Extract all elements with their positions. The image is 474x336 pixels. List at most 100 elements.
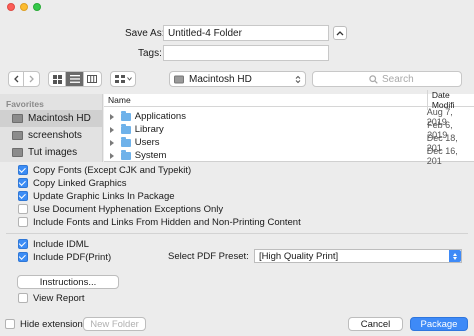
file-row-system[interactable]: System Dec 16, 201: [104, 146, 474, 166]
zoom-window-button[interactable]: [33, 3, 41, 11]
file-list-header: Name Date Modifi: [104, 90, 474, 110]
update-links-label: Update Graphic Links In Package: [33, 190, 175, 202]
disclosure-triangle-icon[interactable]: [110, 152, 114, 159]
copy-fonts-label: Copy Fonts (Except CJK and Typekit): [33, 164, 192, 176]
search-field[interactable]: Search: [312, 71, 462, 87]
include-pdf-option[interactable]: Include PDF(Print): [18, 251, 111, 263]
collapse-button[interactable]: [333, 26, 347, 40]
location-label: Macintosh HD: [189, 73, 252, 85]
folder-icon: [121, 110, 131, 121]
hidden-content-checkbox[interactable]: [18, 217, 28, 227]
folder-icon: [121, 123, 131, 134]
copy-graphics-option[interactable]: Copy Linked Graphics: [18, 177, 126, 189]
view-mode-control: [48, 71, 102, 87]
cancel-button[interactable]: Cancel: [348, 317, 403, 331]
hyphenation-label: Use Document Hyphenation Exceptions Only: [33, 203, 224, 215]
list-view-icon: [69, 75, 80, 83]
list-view-button[interactable]: [66, 72, 84, 86]
file-row-applications[interactable]: Applications Aug 7, 2019: [104, 107, 474, 127]
save-as-label: Save As:: [125, 28, 165, 39]
disclosure-triangle-icon[interactable]: [110, 126, 114, 133]
sidebar-item-screenshots[interactable]: screenshots: [0, 127, 103, 144]
location-popup[interactable]: Macintosh HD: [169, 71, 306, 87]
icon-view-icon: [52, 74, 62, 84]
file-name: System: [134, 150, 167, 161]
pdf-preset-label: Select PDF Preset:: [168, 251, 249, 262]
column-view-icon: [87, 75, 98, 83]
updown-icon: [295, 75, 301, 83]
update-links-checkbox[interactable]: [18, 191, 28, 201]
back-forward-control: [8, 71, 40, 87]
sidebar-item-tut-images[interactable]: Tut images: [0, 144, 103, 161]
tags-label: Tags:: [138, 48, 162, 59]
forward-icon: [29, 75, 34, 83]
include-idml-label: Include IDML: [33, 238, 89, 250]
file-row-users[interactable]: Users Dec 18, 201: [104, 133, 474, 153]
search-icon: [369, 74, 378, 84]
chevron-down-icon: [126, 77, 132, 81]
hide-extension-label: Hide extension: [20, 318, 83, 330]
disclosure-triangle-icon[interactable]: [110, 139, 114, 146]
minimize-window-button[interactable]: [20, 3, 28, 11]
pdf-preset-value: [High Quality Print]: [259, 250, 339, 262]
sidebar: Favorites Macintosh HD screenshots Tut i…: [0, 94, 103, 162]
arrange-icon: [114, 75, 125, 83]
icon-view-button[interactable]: [49, 72, 67, 86]
column-name[interactable]: Name: [104, 95, 427, 105]
file-name: Applications: [134, 111, 186, 122]
back-icon: [14, 75, 19, 83]
hard-drive-icon: [174, 75, 184, 83]
folder-icon: [121, 136, 131, 147]
include-pdf-checkbox[interactable]: [18, 252, 28, 262]
view-report-option[interactable]: View Report: [18, 292, 85, 304]
sidebar-item-label: Macintosh HD: [28, 113, 91, 124]
folder-icon: [12, 148, 23, 157]
folder-icon: [12, 131, 23, 140]
divider: [6, 233, 468, 234]
hide-extension-checkbox[interactable]: [5, 319, 15, 329]
hidden-content-option[interactable]: Include Fonts and Links From Hidden and …: [18, 216, 301, 228]
file-list: Name Date Modifi Applications Aug 7, 201…: [104, 90, 474, 166]
sidebar-item-label: Tut images: [28, 147, 78, 158]
instructions-button[interactable]: Instructions...: [17, 275, 119, 289]
hide-extension-option[interactable]: Hide extension: [5, 318, 83, 330]
hard-drive-icon: [12, 114, 23, 123]
copy-graphics-checkbox[interactable]: [18, 178, 28, 188]
arrange-button[interactable]: [111, 72, 135, 86]
hidden-content-label: Include Fonts and Links From Hidden and …: [33, 216, 301, 228]
hyphenation-checkbox[interactable]: [18, 204, 28, 214]
file-row-library[interactable]: Library Feb 6, 2019: [104, 120, 474, 140]
hyphenation-option[interactable]: Use Document Hyphenation Exceptions Only: [18, 203, 223, 215]
close-window-button[interactable]: [7, 3, 15, 11]
file-date: Dec 16, 201: [426, 145, 458, 166]
save-as-field[interactable]: Untitled-4 Folder: [163, 25, 329, 41]
chevron-up-icon: [336, 31, 344, 36]
view-report-label: View Report: [33, 292, 85, 304]
update-links-option[interactable]: Update Graphic Links In Package: [18, 190, 175, 202]
sidebar-item-macintosh-hd[interactable]: Macintosh HD: [0, 110, 103, 127]
search-placeholder: Search: [382, 73, 414, 85]
pdf-preset-select[interactable]: [High Quality Print]: [254, 249, 462, 263]
title-bar: [0, 0, 474, 14]
folder-icon: [121, 149, 131, 160]
copy-fonts-option[interactable]: Copy Fonts (Except CJK and Typekit): [18, 164, 191, 176]
package-button[interactable]: Package: [410, 317, 468, 331]
disclosure-triangle-icon[interactable]: [110, 113, 114, 120]
back-button[interactable]: [9, 72, 25, 86]
updown-icon: [449, 250, 461, 262]
new-folder-button[interactable]: New Folder: [83, 317, 146, 331]
include-pdf-label: Include PDF(Print): [33, 251, 112, 263]
column-view-button[interactable]: [84, 72, 101, 86]
sidebar-item-label: screenshots: [28, 130, 82, 141]
arrange-menu[interactable]: [110, 71, 136, 87]
copy-graphics-label: Copy Linked Graphics: [33, 177, 127, 189]
file-name: Users: [134, 137, 160, 148]
view-report-checkbox[interactable]: [18, 293, 28, 303]
forward-button[interactable]: [24, 72, 39, 86]
include-idml-option[interactable]: Include IDML: [18, 238, 89, 250]
copy-fonts-checkbox[interactable]: [18, 165, 28, 175]
file-name: Library: [134, 124, 164, 135]
include-idml-checkbox[interactable]: [18, 239, 28, 249]
sidebar-heading: Favorites: [6, 99, 44, 109]
tags-field[interactable]: [163, 45, 329, 61]
